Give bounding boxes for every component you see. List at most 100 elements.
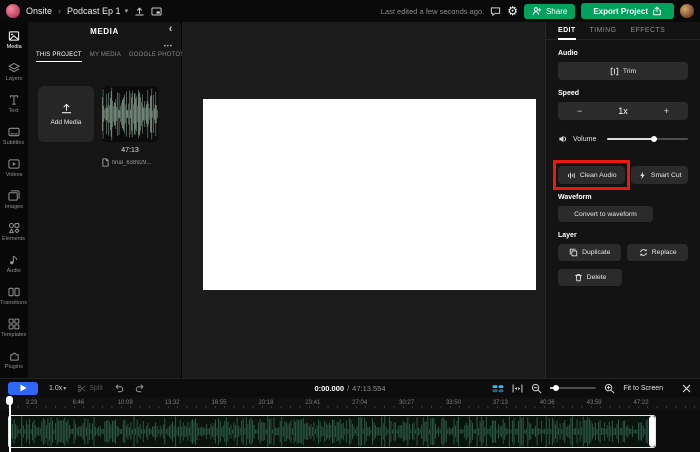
media-item-card[interactable]: 47:13 final_638929... [102,86,158,167]
smart-cut-button[interactable]: Smart Cut [631,166,688,184]
sidebar-item-templates[interactable]: Templates [0,312,28,344]
play-button[interactable] [8,382,38,395]
speed-stepper: − 1x + [558,102,688,120]
playback-rate-value: 1.0x [49,385,62,392]
templates-icon [8,318,20,330]
resize-canvas-icon[interactable] [151,6,162,17]
publish-icon[interactable] [134,6,145,17]
media-panel: MEDIA ‹ ••• THIS PROJECT MY MEDIA GOOGLE… [28,22,182,378]
sidebar-item-audio[interactable]: Audio [0,248,28,280]
trim-label: Trim [623,68,636,75]
layer-actions-row: Duplicate Replace [558,244,688,261]
media-panel-header: MEDIA ‹ [28,22,181,40]
workspace-avatar[interactable] [6,4,20,18]
add-media-button[interactable]: Add Media [38,86,94,142]
settings-gear-icon[interactable]: ⚙ [507,5,518,17]
speed-decrease-button[interactable]: − [558,102,601,120]
media-tabs: THIS PROJECT MY MEDIA GOOGLE PHOTOS [28,40,181,62]
ruler-timestamp: 37:13 [477,397,524,410]
time-separator: / [347,384,349,393]
media-icon [8,30,20,42]
replace-button[interactable]: Replace [627,244,688,261]
edit-panel-body: Audio Trim Speed − 1x + Volume [546,40,700,296]
transitions-icon [8,286,20,298]
file-icon [102,158,109,167]
duplicate-button[interactable]: Duplicate [558,244,621,261]
sidebar-item-text[interactable]: Text [0,88,28,120]
lightning-icon [638,171,647,180]
elements-icon [8,222,20,234]
project-caret-icon[interactable]: ▾ [125,7,129,15]
project-title[interactable]: Podcast Ep 1 [67,6,121,16]
video-preview[interactable] [203,99,536,290]
delete-button[interactable]: Delete [558,269,622,286]
scissors-icon [77,384,86,393]
redo-button[interactable] [135,383,145,393]
undo-button[interactable] [114,383,124,393]
split-label: Split [89,385,103,392]
sidebar-item-transitions[interactable]: Transitions [0,280,28,312]
volume-slider-knob[interactable] [651,136,657,142]
media-filename: final_638929... [112,160,151,166]
sidebar-item-elements[interactable]: Elements [0,216,28,248]
total-time: 47:13.554 [352,384,385,393]
tab-effects[interactable]: EFFECTS [630,22,665,39]
tab-timing[interactable]: TIMING [590,22,617,39]
share-button[interactable]: Share [524,4,575,19]
share-button-label: Share [546,7,567,16]
replace-icon [639,248,648,257]
playback-rate-dropdown[interactable]: 1.0x ▾ [49,385,66,392]
workspace-name[interactable]: Onsite [26,6,52,16]
sidebar-item-layers[interactable]: Layers [0,56,28,88]
canvas-area [182,22,545,378]
timeline-right-controls: Fit to Screen [492,383,692,394]
audio-track-clip[interactable] [8,415,656,448]
panel-menu-icon[interactable]: ••• [164,44,173,50]
subtitles-icon [8,126,20,138]
export-project-button[interactable]: Export Project [581,3,674,19]
trim-button[interactable]: Trim [558,62,688,80]
sidebar-item-images[interactable]: Images [0,184,28,216]
timeline-ruler[interactable]: 3:236:4610:0913:3216:5520:1823:4127:0430… [0,397,700,410]
tab-google-photos[interactable]: GOOGLE PHOTOS [129,52,185,62]
zoom-out-icon[interactable] [531,383,542,394]
comments-icon[interactable] [490,6,501,17]
speed-increase-button[interactable]: + [645,102,688,120]
sidebar-item-media[interactable]: Media [0,24,28,56]
fit-selection-icon[interactable] [512,383,523,394]
ruler-timestamp: 33:50 [430,397,477,410]
sidebar-item-label: Images [5,204,23,210]
undo-icon [114,383,124,393]
sidebar-item-videos[interactable]: Videos [0,152,28,184]
redo-icon [135,383,145,393]
tab-my-media[interactable]: MY MEDIA [90,52,121,62]
tab-edit[interactable]: EDIT [558,22,576,40]
timeline-zoom-slider[interactable] [550,387,596,389]
user-avatar[interactable] [680,4,694,18]
track-waveform [9,416,655,447]
collapse-panel-icon[interactable]: ‹ [169,24,173,35]
playhead-handle[interactable] [6,396,13,405]
playhead[interactable] [6,396,13,452]
media-filename-row: final_638929... [102,158,158,167]
clip-trim-handle[interactable] [649,416,655,447]
zoom-slider-knob[interactable] [553,385,559,391]
tab-this-project[interactable]: THIS PROJECT [36,52,82,62]
sidebar-item-label: Subtitles [3,140,24,146]
track-lanes-icon[interactable] [492,384,504,393]
sidebar-item-subtitles[interactable]: Subtitles [0,120,28,152]
sidebar-item-label: Layers [6,76,23,82]
fit-to-screen-button[interactable]: Fit to Screen [623,385,663,392]
text-icon [8,94,20,106]
convert-to-waveform-button[interactable]: Convert to waveform [558,206,653,222]
ruler-timestamp: 40:36 [524,397,571,410]
audio-icon [8,254,20,266]
clean-audio-button[interactable]: Clean Audio [558,166,625,184]
media-thumbnail[interactable] [102,86,158,142]
volume-slider[interactable] [607,138,688,140]
zoom-in-icon[interactable] [604,383,615,394]
split-button[interactable]: Split [77,384,103,393]
sidebar-item-label: Text [9,108,19,114]
close-icon[interactable] [681,383,692,394]
sidebar-item-plugins[interactable]: Plugins [0,344,28,376]
